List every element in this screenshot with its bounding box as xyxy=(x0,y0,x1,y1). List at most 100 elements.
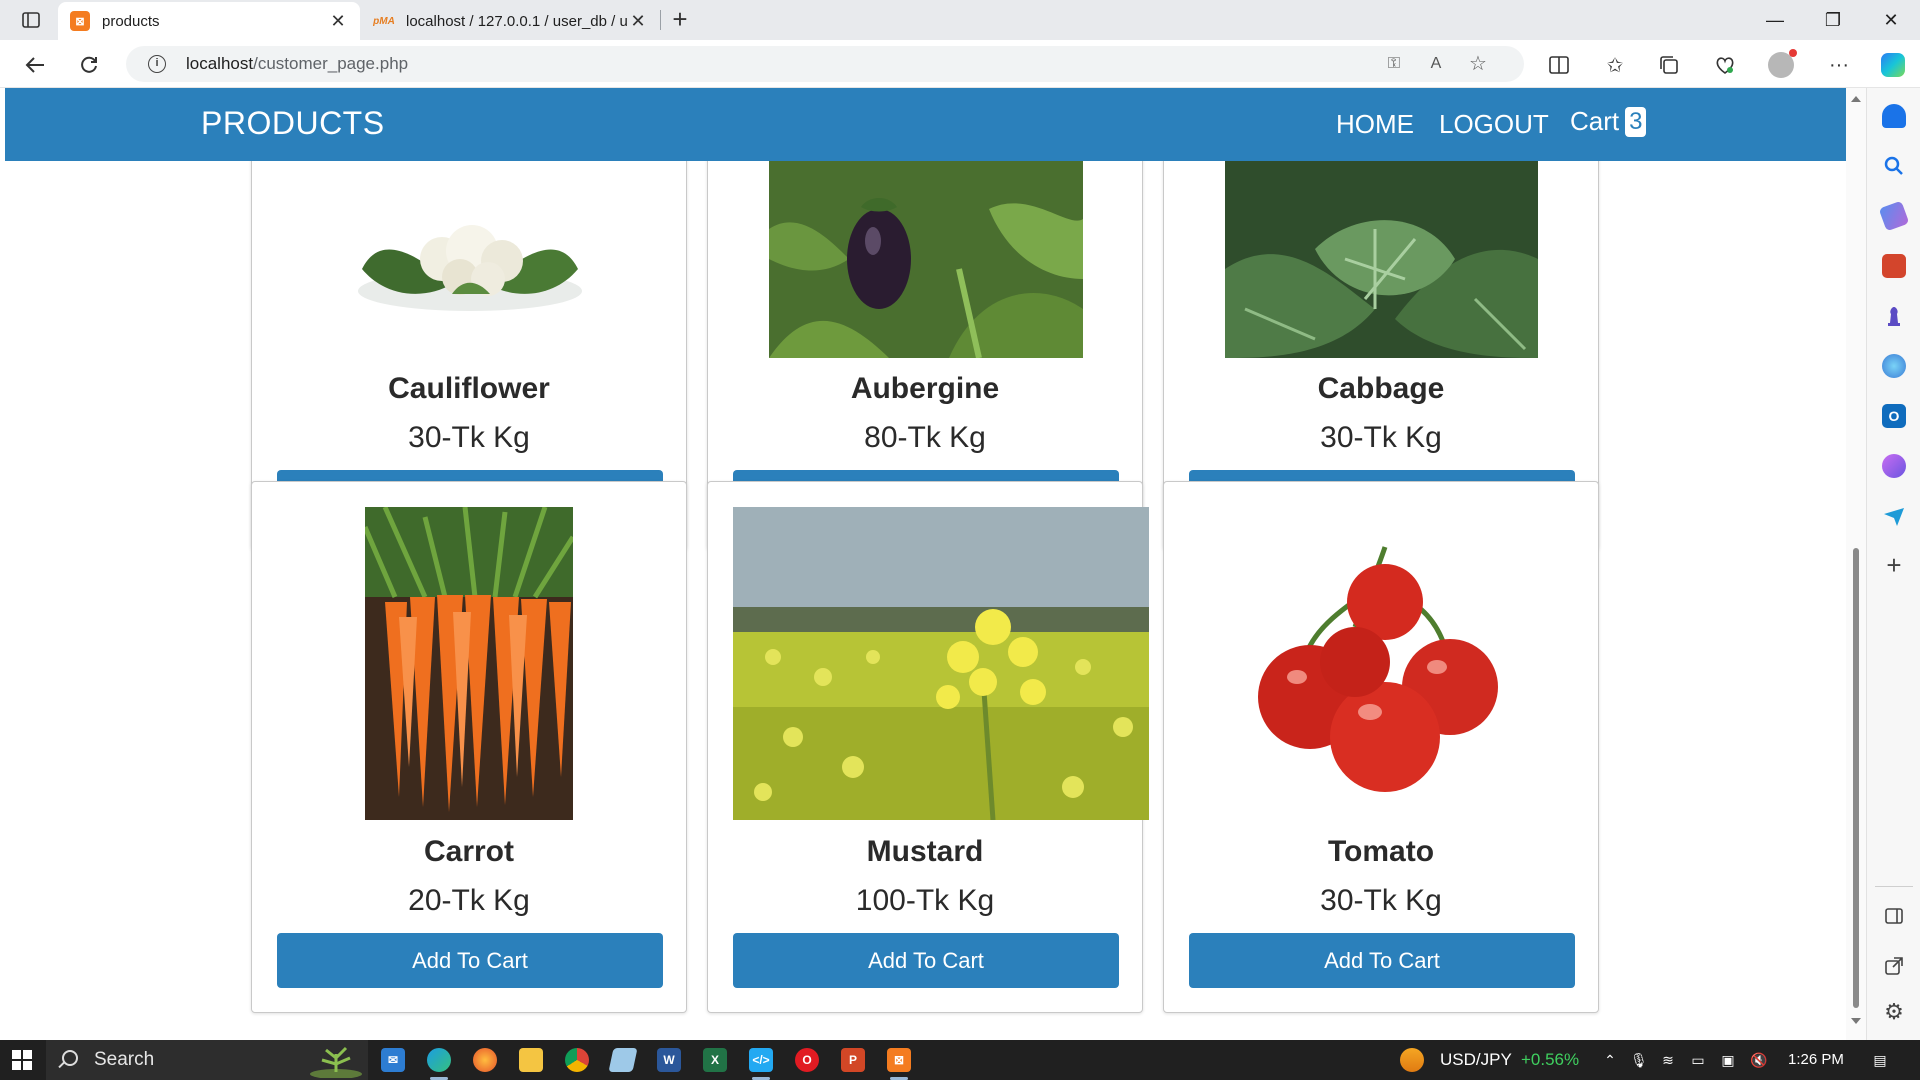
tab-products[interactable]: ⊠ products ✕ xyxy=(58,2,360,40)
firefox-app-icon[interactable] xyxy=(473,1048,497,1072)
taskbar-search-box[interactable]: Search xyxy=(46,1040,368,1080)
product-price: 100-Tk Kg xyxy=(855,884,995,917)
windows-taskbar: Search ✉ W X </> O P ⊠ USD/JPY +0.56% ⌃ … xyxy=(0,1040,1920,1080)
scroll-down-icon[interactable] xyxy=(1851,1018,1861,1024)
product-card-mustard: Mustard 100-Tk Kg Add To Cart xyxy=(707,481,1149,1013)
tab-divider xyxy=(660,10,661,30)
add-to-cart-button[interactable]: Add To Cart xyxy=(733,933,1119,988)
ticker-change[interactable]: +0.56% xyxy=(1521,1050,1579,1070)
product-card-tomato: Tomato 30-Tk Kg Add To Cart xyxy=(1163,481,1599,1013)
restore-icon[interactable]: ❐ xyxy=(1804,0,1862,40)
outlook-icon[interactable]: O xyxy=(1882,404,1906,428)
browser-essentials-icon[interactable] xyxy=(1710,50,1740,80)
nav-cart-link[interactable]: Cart 3 xyxy=(1570,106,1647,137)
designer-icon[interactable] xyxy=(1882,454,1906,478)
sidebar-divider xyxy=(1875,886,1913,887)
powerpoint-app-icon[interactable]: P xyxy=(841,1048,865,1072)
favorite-star-icon[interactable]: ☆ xyxy=(1468,54,1488,74)
edge-sidebar: O + ⚙ xyxy=(1866,88,1920,1040)
tab-title: products xyxy=(102,12,160,30)
notepad-app-icon[interactable] xyxy=(608,1048,638,1072)
ticker-symbol[interactable]: USD/JPY xyxy=(1440,1050,1512,1070)
open-external-icon[interactable] xyxy=(1882,954,1906,978)
vscode-app-icon[interactable]: </> xyxy=(749,1048,773,1072)
product-price: 20-Tk Kg xyxy=(408,884,530,917)
product-price: 30-Tk Kg xyxy=(1320,421,1442,454)
word-app-icon[interactable]: W xyxy=(657,1048,681,1072)
close-tab-icon[interactable]: ✕ xyxy=(328,11,348,32)
password-key-icon[interactable]: ⚿ xyxy=(1384,54,1404,74)
collections-icon[interactable] xyxy=(1654,50,1684,80)
product-price: 30-Tk Kg xyxy=(408,421,530,454)
product-price: 80-Tk Kg xyxy=(864,421,986,454)
windows-start-icon[interactable] xyxy=(12,1050,32,1070)
browser-tab-bar: ⊠ products ✕ pMA localhost / 127.0.0.1 /… xyxy=(0,0,1920,40)
battery-icon[interactable]: ▭ xyxy=(1690,1052,1706,1068)
scroll-up-icon[interactable] xyxy=(1851,96,1861,102)
add-to-cart-button[interactable]: Add To Cart xyxy=(1189,933,1575,988)
split-screen-icon[interactable] xyxy=(1544,50,1574,80)
window-close-icon[interactable]: ✕ xyxy=(1862,0,1920,40)
tools-briefcase-icon[interactable] xyxy=(1882,254,1906,278)
notification-center-icon[interactable]: ▤ xyxy=(1872,1052,1888,1068)
chrome-app-icon[interactable] xyxy=(565,1048,589,1072)
product-name: Tomato xyxy=(1327,835,1435,868)
product-price: 30-Tk Kg xyxy=(1320,884,1442,917)
add-sidebar-app-icon[interactable]: + xyxy=(1882,552,1906,578)
close-tab-icon[interactable]: ✕ xyxy=(628,11,648,32)
microphone-icon[interactable]: 🎙 xyxy=(1630,1052,1648,1068)
site-info-icon[interactable]: i xyxy=(148,55,166,73)
read-aloud-icon[interactable]: A xyxy=(1426,54,1446,74)
carrot-image xyxy=(365,507,573,820)
wifi-icon[interactable]: ≋ xyxy=(1660,1052,1676,1068)
tab-title: localhost / 127.0.0.1 / user_db / u xyxy=(406,12,628,30)
page-scrollbar[interactable] xyxy=(1846,88,1866,1040)
refresh-icon[interactable] xyxy=(74,50,104,80)
minimize-icon[interactable]: — xyxy=(1746,0,1804,40)
show-hidden-icons-chevron-icon[interactable]: ⌃ xyxy=(1602,1052,1618,1068)
display-icon[interactable]: ▣ xyxy=(1720,1052,1736,1068)
tab-phpmyadmin[interactable]: pMA localhost / 127.0.0.1 / user_db / u … xyxy=(362,2,660,40)
games-chess-icon[interactable] xyxy=(1882,304,1906,328)
drop-send-icon[interactable] xyxy=(1882,504,1906,528)
page-viewport: PRODUCTS HOME LOGOUT Cart 3 Cauliflower 3… xyxy=(0,88,1846,1040)
tab-actions-icon[interactable] xyxy=(14,8,48,32)
xampp-app-icon[interactable]: ⊠ xyxy=(887,1048,911,1072)
search-highlight-image xyxy=(308,1044,364,1079)
address-bar[interactable]: i localhost/customer_page.php ⚿ A ☆ xyxy=(126,46,1524,82)
nav-logout-link[interactable]: LOGOUT xyxy=(1439,109,1549,140)
product-name: Mustard xyxy=(866,835,984,868)
new-tab-icon[interactable]: + xyxy=(666,6,694,34)
phpmyadmin-icon: pMA xyxy=(373,15,395,27)
more-options-icon[interactable]: ··· xyxy=(1824,50,1854,80)
add-to-cart-button[interactable]: Add To Cart xyxy=(277,933,663,988)
url-text[interactable]: localhost/customer_page.php xyxy=(186,54,408,74)
microsoft-365-icon[interactable] xyxy=(1882,354,1906,378)
copilot-icon[interactable] xyxy=(1878,50,1908,80)
shopping-tag-icon[interactable] xyxy=(1878,200,1910,232)
volume-muted-icon[interactable]: 🔇 xyxy=(1750,1052,1767,1068)
edge-app-icon[interactable] xyxy=(427,1048,451,1072)
taskbar-search-label: Search xyxy=(94,1049,155,1070)
clock-time[interactable]: 1:26 PM xyxy=(1788,1051,1844,1068)
search-icon[interactable] xyxy=(1882,154,1906,178)
back-icon[interactable] xyxy=(20,50,50,80)
url-host: localhost xyxy=(186,54,254,73)
opera-app-icon[interactable]: O xyxy=(795,1048,819,1072)
file-explorer-icon[interactable] xyxy=(519,1048,543,1072)
brand-title[interactable]: PRODUCTS xyxy=(201,105,385,142)
search-icon xyxy=(62,1050,78,1066)
url-path: /customer_page.php xyxy=(253,54,409,73)
browser-toolbar: i localhost/customer_page.php ⚿ A ☆ ✩ ··… xyxy=(0,40,1920,88)
notifications-bell-icon[interactable] xyxy=(1882,104,1906,128)
scroll-thumb[interactable] xyxy=(1853,548,1859,1008)
mail-app-icon[interactable]: ✉ xyxy=(381,1048,405,1072)
excel-app-icon[interactable]: X xyxy=(703,1048,727,1072)
nav-home-link[interactable]: HOME xyxy=(1336,109,1414,140)
product-name: Cauliflower xyxy=(388,372,550,405)
hide-sidebar-icon[interactable] xyxy=(1882,904,1906,928)
profile-avatar[interactable] xyxy=(1766,49,1797,80)
settings-gear-icon[interactable]: ⚙ xyxy=(1882,1000,1906,1024)
favorites-icon[interactable]: ✩ xyxy=(1600,50,1630,80)
product-name: Carrot xyxy=(423,835,514,868)
